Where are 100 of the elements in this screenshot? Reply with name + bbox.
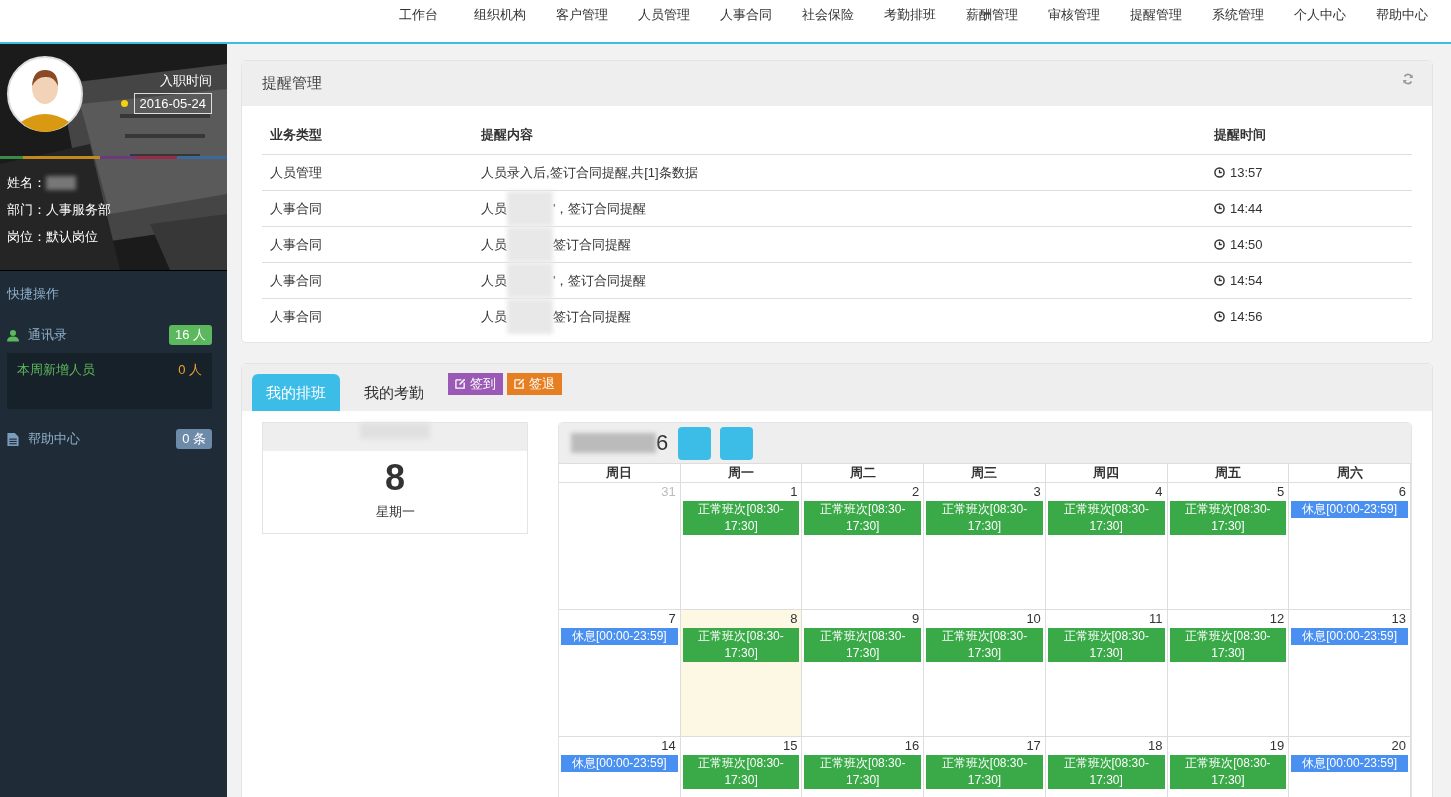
calendar-title: 6 bbox=[656, 430, 669, 456]
table-cell: 人事合同 bbox=[270, 308, 322, 324]
nav-link[interactable]: 帮助中心 bbox=[1361, 6, 1443, 36]
profile-field: 部门：人事服务部 bbox=[7, 200, 111, 219]
table-cell: 人事合同 bbox=[270, 272, 322, 288]
tab[interactable]: 我的排班 bbox=[252, 374, 340, 411]
action-button[interactable]: 签到 bbox=[448, 372, 503, 395]
table-cell: 14:56 bbox=[1230, 309, 1263, 324]
nav-link[interactable]: 工作台 bbox=[377, 6, 459, 36]
day-number: 18 bbox=[1148, 738, 1164, 753]
weekday-header: 周三 bbox=[971, 465, 998, 480]
day-number: 8 bbox=[790, 611, 799, 626]
nav-link[interactable]: 组织机构 bbox=[459, 6, 541, 36]
document-icon bbox=[7, 432, 19, 446]
table-cell: 13:57 bbox=[1230, 165, 1263, 180]
shift-event[interactable]: 正常班次[08:30-17:30] bbox=[926, 755, 1043, 789]
column-header: 业务类型 bbox=[270, 127, 322, 142]
action-button[interactable]: 签退 bbox=[507, 372, 562, 395]
person-icon bbox=[7, 328, 19, 342]
day-number: 6 bbox=[1398, 484, 1407, 499]
new-staff-label: 本周新增人员 bbox=[17, 361, 95, 379]
shift-event[interactable]: 正常班次[08:30-17:30] bbox=[1169, 628, 1287, 662]
nav-link[interactable]: 客户管理 bbox=[541, 6, 623, 36]
table-cell: 14:44 bbox=[1230, 201, 1263, 216]
day-number: 7 bbox=[668, 611, 677, 626]
shift-event[interactable]: 正常班次[08:30-17:30] bbox=[1047, 501, 1165, 535]
shift-event[interactable]: 休息[00:00-23:59] bbox=[1291, 628, 1408, 645]
day-number: 15 bbox=[782, 738, 799, 753]
day-number: 31 bbox=[661, 484, 677, 499]
nav-link[interactable]: 人事合同 bbox=[705, 6, 787, 36]
day-number: 20 bbox=[1391, 738, 1407, 753]
shift-event[interactable]: 正常班次[08:30-17:30] bbox=[804, 501, 922, 535]
column-header: 提醒时间 bbox=[1214, 127, 1266, 142]
table-cell: '，签订合同提醒 bbox=[553, 271, 647, 290]
status-dot-icon bbox=[120, 100, 128, 107]
clock-icon bbox=[1214, 203, 1225, 214]
shift-event[interactable]: 正常班次[08:30-17:30] bbox=[926, 628, 1043, 662]
table-cell: 14:50 bbox=[1230, 237, 1263, 252]
weekday-label: 星期一 bbox=[374, 503, 416, 521]
nav-link[interactable]: 系统管理 bbox=[1197, 6, 1279, 36]
nav-link[interactable]: 社会保险 bbox=[787, 6, 869, 36]
day-number: 1 bbox=[790, 484, 799, 499]
nav-link[interactable]: 薪酬管理 bbox=[951, 6, 1033, 36]
day-number: 8 bbox=[384, 457, 406, 499]
hire-date-label: 入职时间 bbox=[160, 72, 212, 90]
day-number: 13 bbox=[1391, 611, 1407, 626]
shift-event[interactable]: 正常班次[08:30-17:30] bbox=[804, 628, 922, 662]
weekday-header: 周二 bbox=[849, 465, 876, 480]
shift-event[interactable]: 正常班次[08:30-17:30] bbox=[1169, 501, 1287, 535]
table-cell: 人员管理 bbox=[270, 164, 322, 180]
shift-event[interactable]: 正常班次[08:30-17:30] bbox=[682, 755, 800, 789]
avatar-icon bbox=[7, 56, 83, 132]
day-number: 5 bbox=[1277, 484, 1286, 499]
count-badge: 16 人 bbox=[168, 325, 212, 345]
refresh-icon[interactable] bbox=[1402, 72, 1414, 85]
shift-event[interactable]: 正常班次[08:30-17:30] bbox=[1047, 755, 1165, 789]
table-cell: 签订合同提醒 bbox=[553, 307, 631, 326]
nav-link[interactable]: 个人中心 bbox=[1279, 6, 1361, 36]
profile-field: 姓名： bbox=[7, 173, 46, 192]
shift-event[interactable]: 正常班次[08:30-17:30] bbox=[926, 501, 1043, 535]
table-cell: 人员 bbox=[481, 271, 507, 290]
table-cell: 人事合同 bbox=[270, 200, 322, 216]
day-number: 14 bbox=[661, 738, 677, 753]
weekday-header: 周日 bbox=[606, 465, 633, 480]
panel-title: 提醒管理 bbox=[262, 74, 322, 93]
day-number: 17 bbox=[1026, 738, 1042, 753]
day-number: 3 bbox=[1033, 484, 1042, 499]
shift-event[interactable]: 正常班次[08:30-17:30] bbox=[682, 501, 800, 535]
contacts-link[interactable]: 通讯录 bbox=[28, 326, 169, 344]
shift-event[interactable]: 正常班次[08:30-17:30] bbox=[804, 755, 922, 789]
shift-event[interactable]: 休息[00:00-23:59] bbox=[561, 628, 678, 645]
weekday-header: 周五 bbox=[1214, 465, 1241, 480]
tab[interactable]: 我的考勤 bbox=[350, 374, 438, 411]
nav-link[interactable]: 审核管理 bbox=[1033, 6, 1115, 36]
previous-button[interactable] bbox=[678, 426, 712, 460]
day-number: 2 bbox=[911, 484, 921, 499]
shift-event[interactable]: 正常班次[08:30-17:30] bbox=[682, 628, 800, 662]
nav-link[interactable]: 考勤排班 bbox=[869, 6, 951, 36]
table-cell: '，签订合同提醒 bbox=[553, 199, 647, 218]
weekday-header: 周一 bbox=[728, 465, 755, 480]
nav-link[interactable]: 提醒管理 bbox=[1115, 6, 1197, 36]
hire-date: 2016-05-24 bbox=[133, 93, 212, 114]
shift-event[interactable]: 正常班次[08:30-17:30] bbox=[1047, 628, 1165, 662]
shift-event[interactable]: 休息[00:00-23:59] bbox=[1291, 755, 1408, 772]
day-number: 10 bbox=[1026, 611, 1042, 626]
nav-link[interactable]: 人员管理 bbox=[623, 6, 705, 36]
day-number: 19 bbox=[1269, 738, 1286, 753]
shift-event[interactable]: 正常班次[08:30-17:30] bbox=[1169, 755, 1287, 789]
help-link[interactable]: 帮助中心 bbox=[28, 430, 177, 448]
day-number: 9 bbox=[911, 611, 921, 626]
table-cell: 人员 bbox=[481, 199, 507, 218]
table-cell: 人事合同 bbox=[270, 236, 322, 252]
section-title: 快捷操作 bbox=[7, 285, 60, 303]
clock-icon bbox=[1214, 311, 1225, 322]
shift-event[interactable]: 休息[00:00-23:59] bbox=[1291, 501, 1408, 518]
shift-event[interactable]: 休息[00:00-23:59] bbox=[561, 755, 678, 772]
new-staff-count: 0 人 bbox=[178, 361, 202, 379]
day-number: 11 bbox=[1149, 611, 1164, 626]
next-button[interactable] bbox=[720, 426, 754, 460]
clock-icon bbox=[1214, 275, 1225, 286]
